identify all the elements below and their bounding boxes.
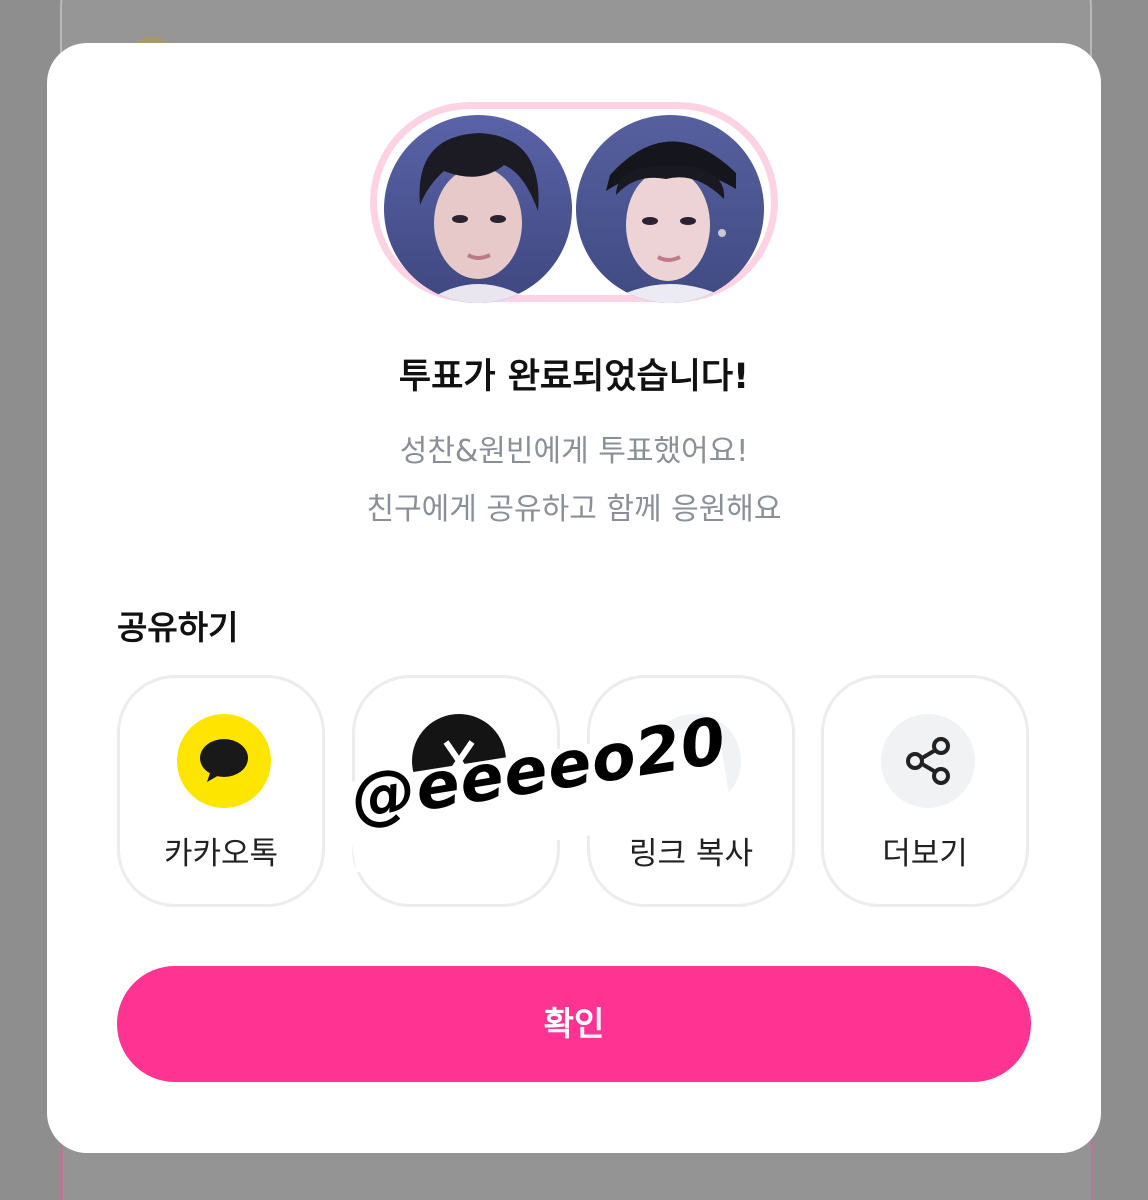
share-more-label: 더보기 bbox=[882, 836, 968, 872]
avatar-group bbox=[370, 102, 778, 303]
confirm-button[interactable]: 확인 bbox=[117, 966, 1031, 1082]
dialog-subtitle-2: 친구에게 공유하고 함께 응원해요 bbox=[366, 492, 782, 527]
share-kakaotalk-label: 카카오톡 bbox=[163, 836, 279, 872]
share-icon bbox=[881, 714, 975, 808]
dialog-title: 투표가 완료되었습니다! bbox=[398, 357, 750, 397]
dialog-subtitle: 성찬&원빈에게 투표했어요! bbox=[399, 434, 749, 469]
kakaotalk-icon bbox=[177, 714, 271, 808]
watermark: @eeeeo20 bbox=[342, 704, 732, 873]
member-1-photo bbox=[384, 115, 572, 303]
member-2-photo bbox=[576, 115, 764, 303]
share-more-button[interactable]: 더보기 bbox=[821, 675, 1029, 907]
vote-complete-dialog: 투표가 완료되었습니다! 성찬&원빈에게 투표했어요! 친구에게 공유하고 함께… bbox=[47, 43, 1101, 1153]
share-heading: 공유하기 bbox=[117, 608, 239, 647]
share-kakaotalk-button[interactable]: 카카오톡 bbox=[117, 675, 325, 907]
